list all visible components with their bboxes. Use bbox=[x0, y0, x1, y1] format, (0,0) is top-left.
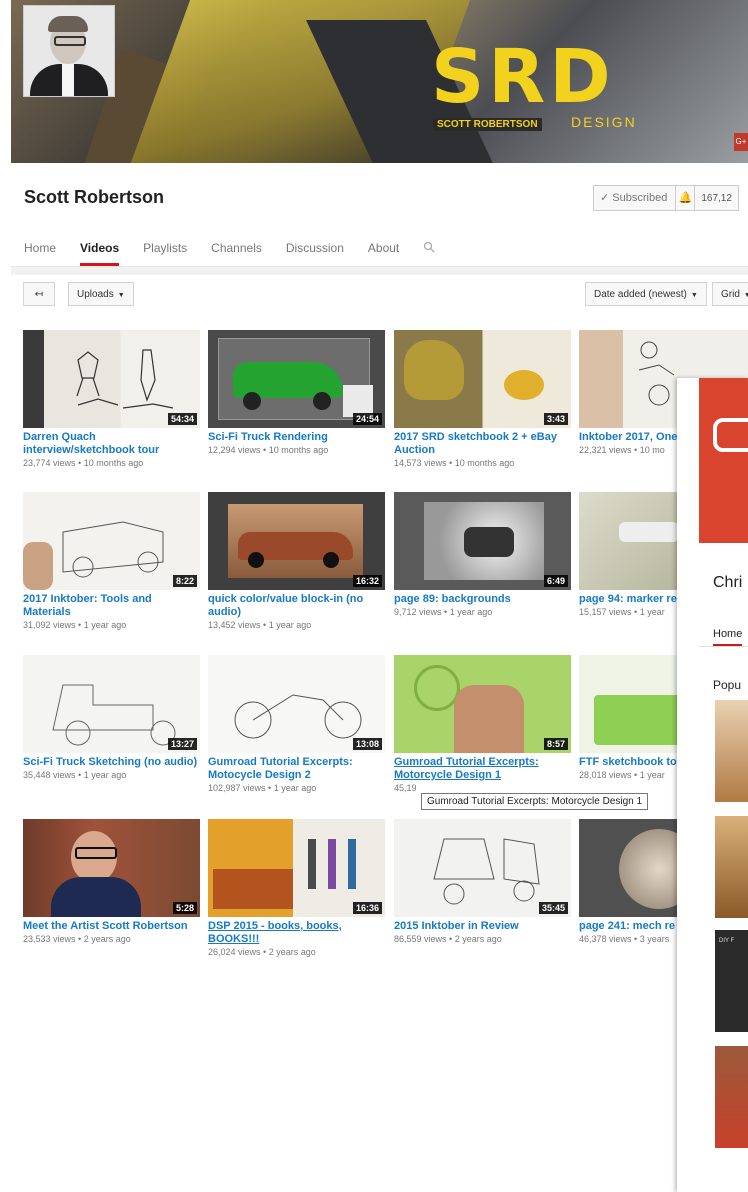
overlay-tab-home[interactable]: Home bbox=[713, 628, 743, 647]
overlay-banner bbox=[699, 378, 748, 543]
subscribe-button[interactable]: ✓ Subscribed 🔔 167,12 bbox=[593, 185, 739, 211]
tab-discussion[interactable]: Discussion bbox=[286, 241, 344, 266]
channel-title: Scott Robertson bbox=[24, 187, 165, 207]
video-card[interactable]: 13:08 Gumroad Tutorial Excerpts: Motocyc… bbox=[208, 655, 385, 793]
video-duration: 6:49 bbox=[543, 575, 568, 587]
overlay-channel-name: Chri bbox=[713, 574, 743, 591]
video-title[interactable]: quick color/value block-in (no audio) bbox=[208, 593, 385, 619]
tab-channels[interactable]: Channels bbox=[211, 241, 262, 266]
channel-avatar[interactable] bbox=[23, 5, 115, 97]
video-duration: 5:28 bbox=[172, 902, 197, 914]
overlay-thumbnail[interactable] bbox=[715, 930, 748, 1032]
channel-banner: SRD SCOTT ROBERTSON DESIGN G+ bbox=[11, 0, 748, 163]
video-card[interactable]: 3:43 2017 SRD sketchbook 2 + eBay Auctio… bbox=[394, 330, 571, 468]
video-thumbnail[interactable]: 6:49 bbox=[394, 492, 571, 590]
view-dropdown[interactable]: Grid ▼ bbox=[712, 282, 748, 306]
video-meta: 45,19 bbox=[394, 783, 417, 793]
overlapping-channel-window[interactable]: Chri Home Popu DIY F bbox=[677, 378, 748, 1192]
video-title[interactable]: 2017 Inktober: Tools and Materials bbox=[23, 593, 200, 619]
video-thumbnail[interactable]: 5:28 bbox=[23, 819, 200, 917]
video-duration: 24:54 bbox=[352, 413, 382, 425]
video-title[interactable]: Sci-Fi Truck Rendering bbox=[208, 431, 385, 444]
video-meta: 14,573 views • 10 months ago bbox=[394, 458, 515, 468]
video-duration: 8:22 bbox=[172, 575, 197, 587]
video-thumbnail[interactable]: 8:57 bbox=[394, 655, 571, 753]
tab-home[interactable]: Home bbox=[24, 241, 56, 266]
video-thumbnail[interactable]: 13:27 bbox=[23, 655, 200, 753]
bell-icon[interactable]: 🔔 bbox=[676, 186, 696, 210]
video-duration: 13:27 bbox=[167, 738, 197, 750]
srd-logo: SRD SCOTT ROBERTSON DESIGN bbox=[431, 34, 637, 131]
video-duration: 8:57 bbox=[543, 738, 568, 750]
video-title[interactable]: Gumroad Tutorial Excerpts: Motocycle Des… bbox=[208, 756, 385, 782]
video-thumbnail[interactable]: 8:22 bbox=[23, 492, 200, 590]
video-card[interactable]: 13:27 Sci-Fi Truck Sketching (no audio) … bbox=[23, 655, 200, 780]
video-thumbnail[interactable]: 16:32 bbox=[208, 492, 385, 590]
back-button[interactable]: ↤ bbox=[23, 282, 55, 306]
video-meta: 102,987 views • 1 year ago bbox=[208, 783, 317, 793]
video-title[interactable]: 2017 SRD sketchbook 2 + eBay Auction bbox=[394, 431, 571, 457]
overlay-thumbnail[interactable] bbox=[715, 700, 748, 802]
overlay-thumbnail[interactable] bbox=[715, 1046, 748, 1148]
subscriber-count: 167,12 bbox=[701, 192, 732, 204]
video-duration: 35:45 bbox=[538, 902, 568, 914]
video-card[interactable]: 16:36 DSP 2015 - books, books, BOOKS!!! … bbox=[208, 819, 385, 957]
overlay-logo bbox=[713, 418, 748, 452]
video-duration: 16:32 bbox=[352, 575, 382, 587]
video-meta: 23,774 views • 10 months ago bbox=[23, 458, 144, 468]
video-meta: 13,452 views • 1 year ago bbox=[208, 620, 312, 630]
video-meta: 86,559 views • 2 years ago bbox=[394, 934, 502, 944]
check-icon: ✓ bbox=[600, 192, 610, 204]
video-card[interactable]: 5:28 Meet the Artist Scott Robertson 23,… bbox=[23, 819, 200, 944]
video-title[interactable]: Meet the Artist Scott Robertson bbox=[23, 920, 200, 933]
video-thumbnail[interactable]: 3:43 bbox=[394, 330, 571, 428]
overlay-thumbnail[interactable] bbox=[715, 816, 748, 918]
video-title[interactable]: Sci-Fi Truck Sketching (no audio) bbox=[23, 756, 200, 769]
video-duration: 54:34 bbox=[167, 413, 197, 425]
tab-videos[interactable]: Videos bbox=[80, 241, 120, 266]
video-thumbnail[interactable]: 16:36 bbox=[208, 819, 385, 917]
back-arrow-icon: ↤ bbox=[34, 289, 44, 300]
video-card[interactable]: 54:34 Darren Quach interview/sketchbook … bbox=[23, 330, 200, 468]
video-title[interactable]: page 89: backgrounds bbox=[394, 593, 571, 606]
video-card[interactable]: 8:57 Gumroad Tutorial Excerpts: Motorcyc… bbox=[394, 655, 571, 793]
video-meta: 35,448 views • 1 year ago bbox=[23, 770, 127, 780]
video-card[interactable]: 16:32 quick color/value block-in (no aud… bbox=[208, 492, 385, 630]
video-meta: 31,092 views • 1 year ago bbox=[23, 620, 127, 630]
caret-down-icon: ▼ bbox=[690, 292, 698, 299]
uploads-dropdown[interactable]: Uploads ▼ bbox=[68, 282, 134, 306]
tab-about[interactable]: About bbox=[368, 241, 399, 266]
sort-dropdown[interactable]: Date added (newest) ▼ bbox=[585, 282, 707, 306]
overlay-section-title: Popu bbox=[713, 678, 742, 692]
video-card[interactable]: 35:45 2015 Inktober in Review 86,559 vie… bbox=[394, 819, 571, 944]
video-meta: 12,294 views • 10 months ago bbox=[208, 445, 329, 455]
video-duration: 3:43 bbox=[543, 413, 568, 425]
video-meta: 23,533 views • 2 years ago bbox=[23, 934, 131, 944]
video-card[interactable]: 8:22 2017 Inktober: Tools and Materials … bbox=[23, 492, 200, 630]
video-thumbnail[interactable]: 54:34 bbox=[23, 330, 200, 428]
google-plus-badge[interactable]: G+ bbox=[734, 133, 748, 151]
video-card[interactable]: 6:49 page 89: backgrounds 9,712 views • … bbox=[394, 492, 571, 617]
video-duration: 16:36 bbox=[352, 902, 382, 914]
channel-tabs: Home Videos Playlists Channels Discussio… bbox=[24, 241, 435, 266]
video-card[interactable]: 24:54 Sci-Fi Truck Rendering 12,294 view… bbox=[208, 330, 385, 455]
overlay-thumbnail-text: DIY F bbox=[719, 938, 735, 944]
video-title[interactable]: Gumroad Tutorial Excerpts: Motorcycle De… bbox=[394, 756, 571, 782]
video-title[interactable]: DSP 2015 - books, books, BOOKS!!! bbox=[208, 920, 385, 946]
video-title[interactable]: Darren Quach interview/sketchbook tour bbox=[23, 431, 200, 457]
tabs-divider bbox=[11, 266, 748, 275]
video-thumbnail[interactable]: 24:54 bbox=[208, 330, 385, 428]
video-meta: 9,712 views • 1 year ago bbox=[394, 607, 493, 617]
video-duration: 13:08 bbox=[352, 738, 382, 750]
video-title-tooltip: Gumroad Tutorial Excerpts: Motorcycle De… bbox=[421, 793, 649, 810]
search-icon[interactable] bbox=[423, 241, 435, 266]
video-meta: 26,024 views • 2 years ago bbox=[208, 947, 316, 957]
video-title[interactable]: 2015 Inktober in Review bbox=[394, 920, 571, 933]
caret-down-icon: ▼ bbox=[743, 292, 748, 299]
video-thumbnail[interactable]: 35:45 bbox=[394, 819, 571, 917]
video-thumbnail[interactable]: 13:08 bbox=[208, 655, 385, 753]
caret-down-icon: ▼ bbox=[117, 292, 125, 299]
tab-playlists[interactable]: Playlists bbox=[143, 241, 187, 266]
